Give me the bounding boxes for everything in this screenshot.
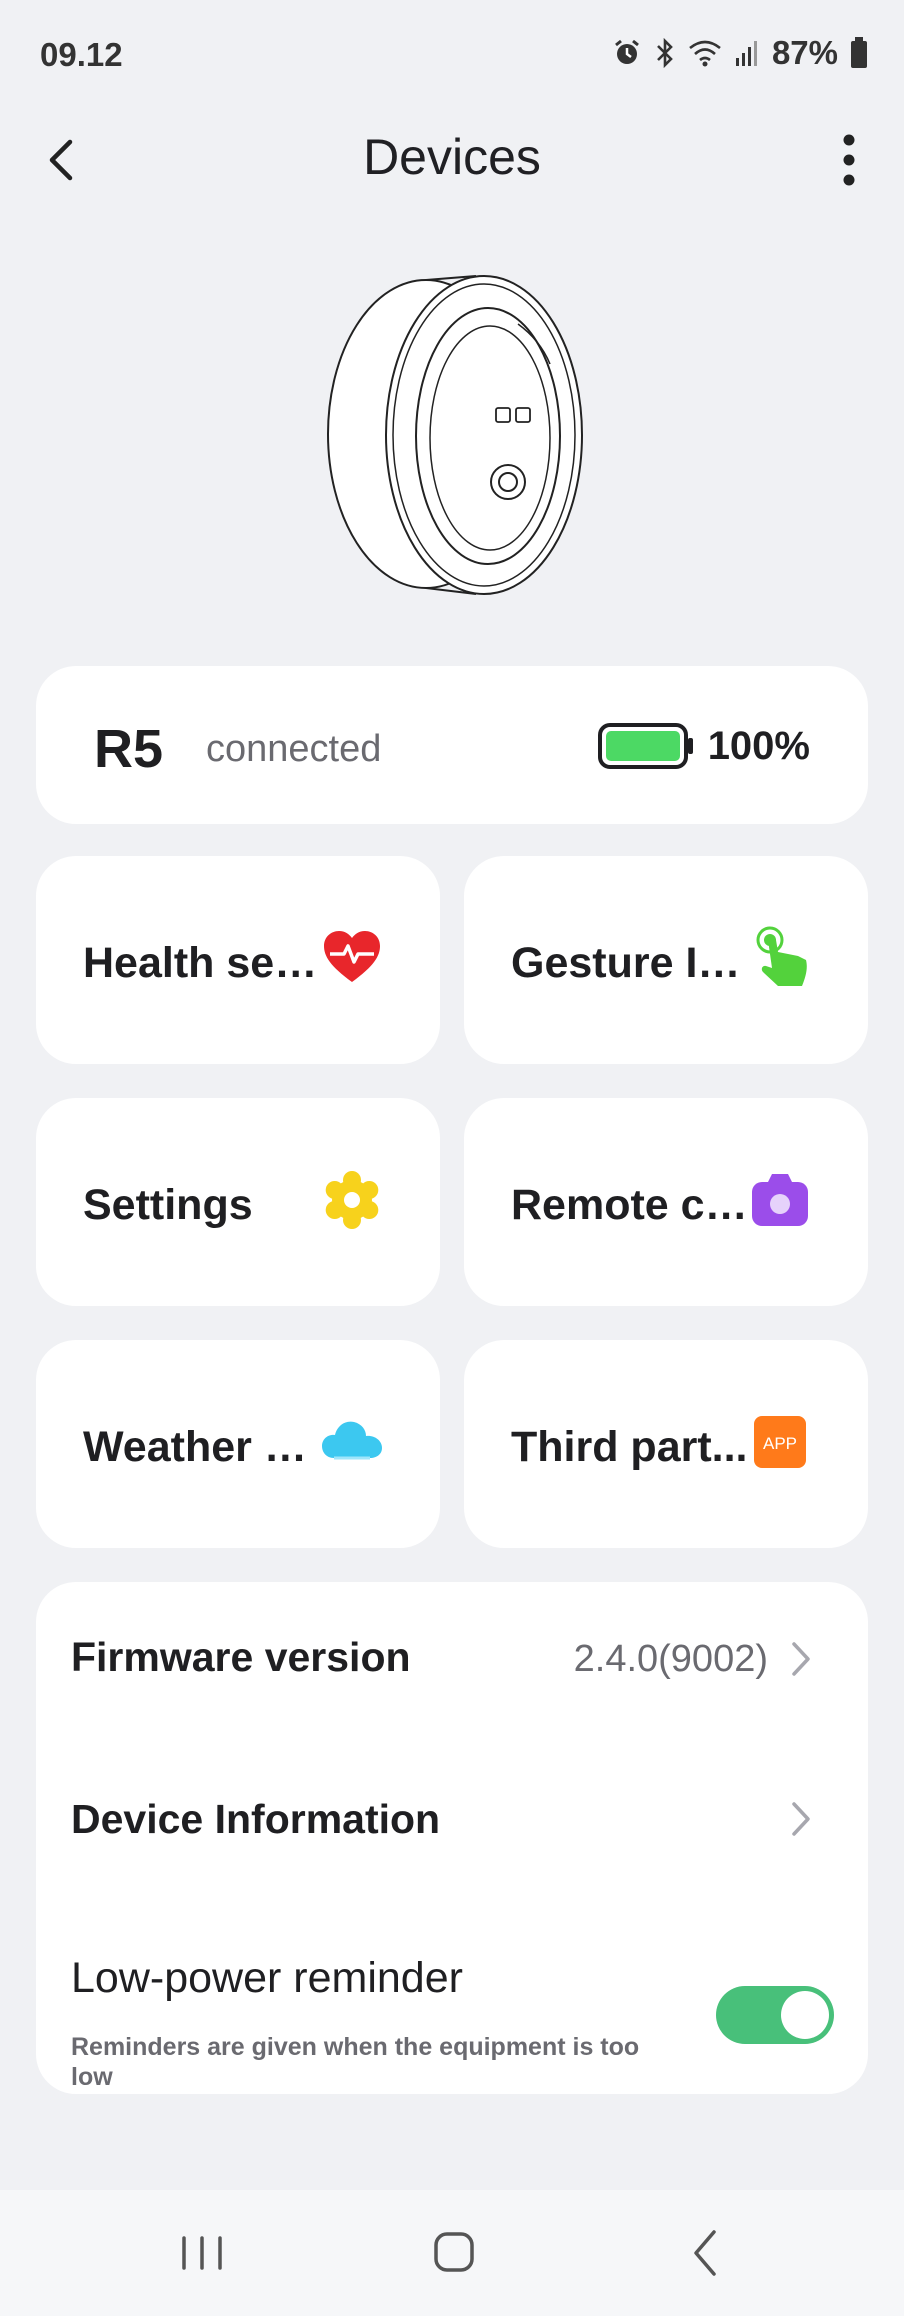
settings-tile[interactable]: Settings bbox=[36, 1098, 440, 1306]
system-back-button[interactable] bbox=[666, 2220, 746, 2286]
recents-button[interactable] bbox=[162, 2220, 242, 2286]
tile-label: Health set... bbox=[83, 939, 323, 987]
app-header: Devices bbox=[0, 110, 904, 210]
signal-icon bbox=[735, 41, 757, 66]
wifi-icon bbox=[689, 40, 721, 67]
device-battery: 100% bbox=[597, 722, 810, 770]
device-battery-icon bbox=[597, 723, 693, 769]
weather-tile[interactable]: Weather p... bbox=[36, 1340, 440, 1548]
low-power-toggle[interactable] bbox=[716, 1986, 834, 2044]
device-information-label: Device Information bbox=[71, 1796, 441, 1842]
firmware-version-row[interactable]: Firmware version 2.4.0(9002) bbox=[36, 1582, 868, 1740]
chevron-right-icon bbox=[792, 1642, 810, 1676]
gesture-tile[interactable]: Gesture In... bbox=[464, 856, 868, 1064]
device-name: R5 bbox=[94, 719, 164, 779]
low-power-description: Reminders are given when the equipment i… bbox=[71, 2033, 640, 2091]
app-icon: APP bbox=[754, 1416, 806, 1468]
home-button[interactable] bbox=[414, 2220, 494, 2286]
tile-label: Gesture In... bbox=[511, 939, 751, 987]
gear-icon bbox=[325, 1171, 379, 1229]
third-party-apps-tile[interactable]: Third part... APP bbox=[464, 1340, 868, 1548]
remote-camera-tile[interactable]: Remote ca... bbox=[464, 1098, 868, 1306]
bluetooth-icon bbox=[657, 38, 673, 68]
back-icon bbox=[694, 2230, 716, 2276]
connection-status: connected bbox=[206, 728, 382, 770]
battery-percentage: 87% bbox=[771, 34, 838, 71]
more-options-button[interactable] bbox=[834, 130, 864, 190]
heart-pulse-icon bbox=[324, 931, 380, 982]
system-nav-bar bbox=[0, 2190, 904, 2316]
cloud-icon bbox=[322, 1421, 382, 1460]
camera-icon bbox=[752, 1174, 808, 1226]
toggle-knob bbox=[781, 1991, 829, 2039]
firmware-value: 2.4.0(9002) bbox=[573, 1638, 768, 1680]
recents-icon bbox=[182, 2236, 222, 2270]
tile-label: Settings bbox=[83, 1181, 253, 1229]
more-vertical-icon bbox=[843, 134, 855, 186]
ring-device-image bbox=[327, 275, 583, 595]
home-icon bbox=[434, 2232, 474, 2272]
health-settings-tile[interactable]: Health set... bbox=[36, 856, 440, 1064]
alarm-icon bbox=[615, 39, 639, 64]
status-icons: 87% bbox=[612, 34, 868, 72]
settings-list: Firmware version 2.4.0(9002) Device Info… bbox=[36, 1582, 868, 2094]
page-title: Devices bbox=[363, 129, 541, 185]
chevron-right-icon bbox=[792, 1802, 810, 1836]
low-power-label: Low-power reminder bbox=[71, 1954, 463, 2002]
status-time: 09.12 bbox=[40, 36, 123, 73]
battery-icon bbox=[851, 37, 867, 68]
device-information-row[interactable]: Device Information bbox=[36, 1740, 868, 1900]
firmware-label: Firmware version bbox=[71, 1634, 411, 1680]
device-status-card: R5 connected 100% bbox=[36, 666, 868, 824]
status-bar: 09.12 87% bbox=[0, 0, 904, 110]
device-battery-level: 100% bbox=[707, 723, 810, 768]
tile-label: Third part... bbox=[511, 1423, 748, 1471]
tile-label: Weather p... bbox=[83, 1423, 323, 1471]
tile-label: Remote ca... bbox=[511, 1181, 751, 1229]
low-power-reminder-row: Low-power reminder Reminders are given w… bbox=[36, 1900, 868, 2094]
tap-hand-icon bbox=[756, 926, 807, 986]
app-badge-text: APP bbox=[763, 1434, 797, 1453]
